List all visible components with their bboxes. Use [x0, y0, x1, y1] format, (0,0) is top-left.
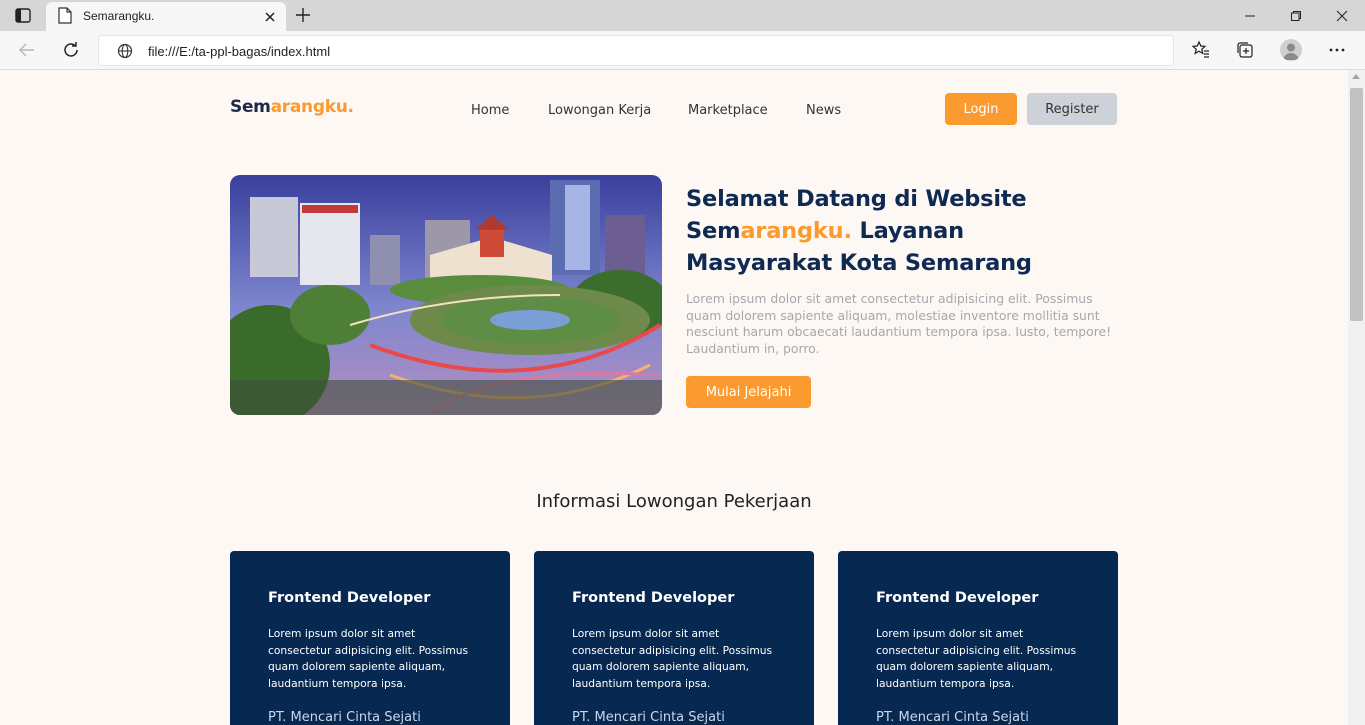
hero-description: Lorem ipsum dolor sit amet consectetur a…	[686, 291, 1112, 356]
page-viewport: Semarangku. Home Lowongan Kerja Marketpl…	[0, 70, 1348, 725]
favorites-icon[interactable]	[1191, 40, 1211, 60]
back-icon[interactable]	[17, 40, 37, 60]
plus-icon[interactable]	[294, 6, 312, 24]
url-text: file:///E:/ta-ppl-bagas/index.html	[148, 44, 331, 59]
mulai-jelajahi-button[interactable]: Mulai Jelajahi	[686, 376, 811, 408]
hero-image	[230, 175, 662, 415]
logo-prefix: Sem	[230, 97, 271, 117]
logo-accent: arangku.	[270, 97, 354, 117]
nav-home[interactable]: Home	[471, 103, 509, 118]
hero-title: Selamat Datang di Website Semarangku. La…	[686, 183, 1116, 279]
job-description: Lorem ipsum dolor sit amet consectetur a…	[572, 627, 773, 690]
refresh-icon[interactable]	[61, 40, 81, 60]
job-title: Frontend Developer	[572, 590, 735, 606]
minimize-icon[interactable]	[1227, 0, 1273, 31]
collections-icon[interactable]	[1235, 40, 1255, 60]
job-company: PT. Mencari Cinta Sejati	[876, 710, 1029, 725]
job-company: PT. Mencari Cinta Sejati	[268, 710, 421, 725]
job-title: Frontend Developer	[876, 590, 1039, 606]
job-card[interactable]: Frontend Developer Lorem ipsum dolor sit…	[838, 551, 1118, 725]
restore-icon[interactable]	[1273, 0, 1319, 31]
hero-brand-prefix: Sem	[686, 218, 741, 244]
job-description: Lorem ipsum dolor sit amet consectetur a…	[876, 627, 1077, 690]
tab-strip: Semarangku.	[0, 0, 1365, 31]
browser-toolbar: file:///E:/ta-ppl-bagas/index.html	[0, 31, 1365, 70]
hero-brand-accent: arangku.	[740, 218, 852, 244]
more-icon[interactable]	[1327, 40, 1347, 60]
browser-tab[interactable]: Semarangku.	[46, 2, 286, 31]
nav-marketplace[interactable]: Marketplace	[688, 103, 768, 118]
address-bar[interactable]: file:///E:/ta-ppl-bagas/index.html	[98, 35, 1174, 66]
globe-icon	[117, 43, 133, 59]
scroll-up-arrow[interactable]	[1352, 74, 1360, 79]
scrollbar-thumb[interactable]	[1350, 88, 1363, 321]
nav-lowongan-kerja[interactable]: Lowongan Kerja	[548, 103, 651, 118]
profile-icon[interactable]	[1280, 39, 1302, 61]
register-button[interactable]: Register	[1027, 93, 1117, 125]
window-close-icon[interactable]	[1319, 0, 1365, 31]
nav-news[interactable]: News	[806, 103, 841, 118]
hero-title-line1: Selamat Datang di Website	[686, 186, 1027, 212]
page-icon	[58, 7, 72, 24]
vertical-scrollbar[interactable]	[1348, 70, 1365, 725]
job-card[interactable]: Frontend Developer Lorem ipsum dolor sit…	[534, 551, 814, 725]
job-company: PT. Mencari Cinta Sejati	[572, 710, 725, 725]
job-description: Lorem ipsum dolor sit amet consectetur a…	[268, 627, 469, 690]
login-button[interactable]: Login	[945, 93, 1017, 125]
tab-title: Semarangku.	[83, 9, 155, 23]
site-logo[interactable]: Semarangku.	[230, 97, 354, 117]
section-title: Informasi Lowongan Pekerjaan	[536, 491, 812, 512]
job-title: Frontend Developer	[268, 590, 431, 606]
close-icon[interactable]	[263, 9, 277, 23]
job-card[interactable]: Frontend Developer Lorem ipsum dolor sit…	[230, 551, 510, 725]
tab-actions-icon[interactable]	[12, 6, 34, 26]
